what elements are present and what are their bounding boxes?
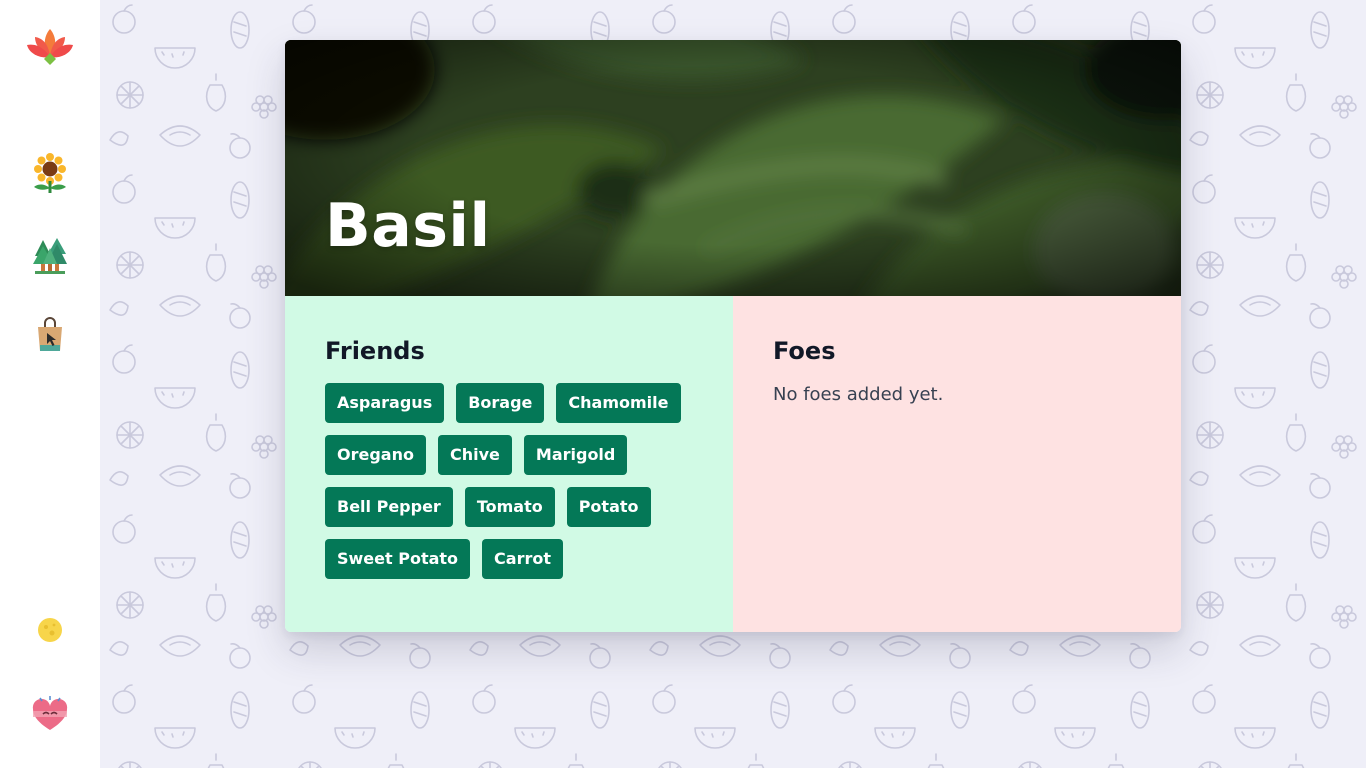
sidebar	[0, 0, 100, 768]
friend-tag-tomato[interactable]: Tomato	[464, 487, 555, 527]
foes-empty-message: No foes added yet.	[773, 384, 944, 405]
friend-tag-potato[interactable]: Potato	[566, 487, 651, 527]
lotus-logo-icon[interactable]	[25, 25, 75, 71]
sunflower-icon[interactable]	[32, 153, 68, 197]
friend-tag-borage[interactable]: Borage	[456, 383, 545, 423]
friend-tag-chamomile[interactable]: Chamomile	[556, 383, 681, 423]
friends-heading: Friends	[325, 337, 425, 365]
friends-tag-list: Asparagus Borage Chamomile Oregano Chive…	[325, 383, 693, 579]
foes-heading: Foes	[773, 337, 836, 365]
friend-tag-sweet-potato[interactable]: Sweet Potato	[325, 539, 471, 579]
moon-icon[interactable]	[37, 617, 63, 647]
friend-tag-carrot[interactable]: Carrot	[482, 539, 563, 579]
foes-panel: Foes No foes added yet.	[733, 296, 1181, 632]
plant-card: Basil Friends Asparagus Borage Chamomile…	[285, 40, 1181, 632]
heart-icon[interactable]	[31, 695, 69, 737]
plant-title: Basil	[325, 191, 491, 261]
friend-tag-oregano[interactable]: Oregano	[325, 435, 426, 475]
friend-tag-chive[interactable]: Chive	[437, 435, 512, 475]
friend-tag-asparagus[interactable]: Asparagus	[325, 383, 445, 423]
plant-hero-image: Basil	[285, 40, 1181, 296]
friends-panel: Friends Asparagus Borage Chamomile Orega…	[285, 296, 733, 632]
friend-tag-marigold[interactable]: Marigold	[523, 435, 628, 475]
friend-tag-bell-pepper[interactable]: Bell Pepper	[325, 487, 453, 527]
trees-icon[interactable]	[33, 234, 67, 278]
shopping-bag-icon[interactable]	[36, 317, 64, 357]
